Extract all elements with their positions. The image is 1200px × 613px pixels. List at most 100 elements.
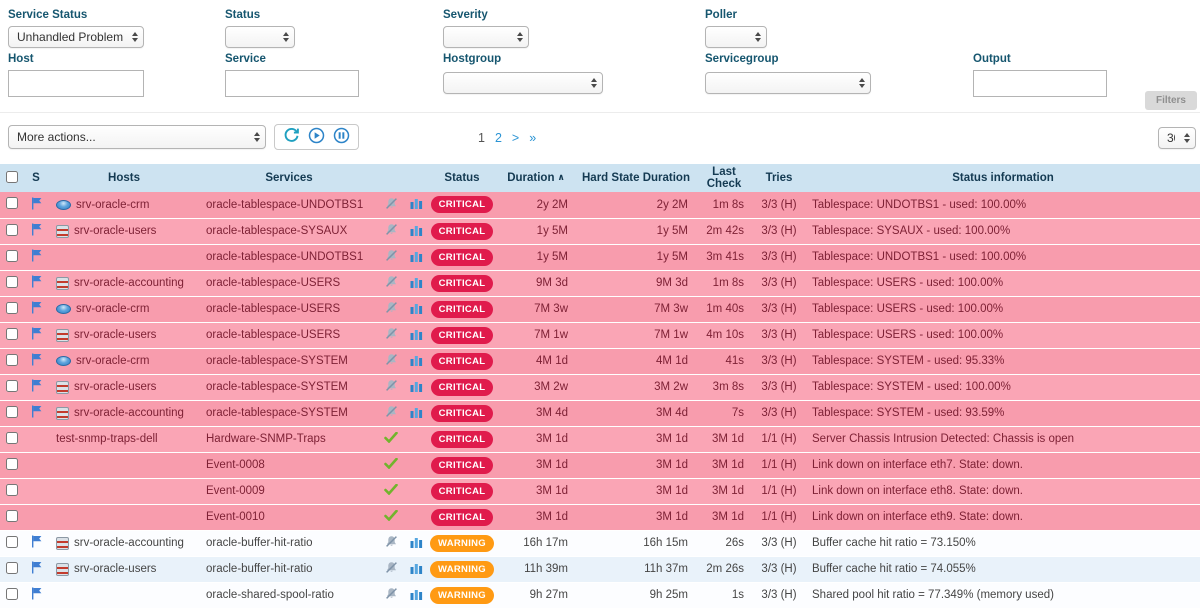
host-link[interactable]: srv-oracle-accounting [74,407,184,419]
pause-button[interactable] [333,127,350,147]
row-checkbox[interactable] [6,224,18,236]
column-header-status-information[interactable]: Status information [806,164,1200,192]
checkbox-cell [0,400,24,426]
host-input[interactable] [8,70,144,97]
checkmark-icon [384,434,398,446]
host-link[interactable]: srv-oracle-accounting [74,537,184,549]
table-row: Event-0010 CRITICAL 3M 1d 3M 1d 3M 1d 1/… [0,504,1200,530]
service-link[interactable]: oracle-buffer-hit-ratio [206,537,313,549]
row-checkbox[interactable] [6,406,18,418]
row-checkbox[interactable] [6,588,18,600]
service-link[interactable]: oracle-tablespace-USERS [206,329,340,341]
row-checkbox[interactable] [6,250,18,262]
page-2[interactable]: 2 [495,131,502,145]
column-header-tries[interactable]: Tries [752,164,806,192]
flag-cell [24,270,48,296]
table-row: test-snmp-traps-dell Hardware-SNMP-Traps… [0,426,1200,452]
row-checkbox[interactable] [6,432,18,444]
row-checkbox[interactable] [6,510,18,522]
host-link[interactable]: srv-oracle-users [74,329,156,341]
row-checkbox[interactable] [6,276,18,288]
hostgroup-select[interactable] [443,72,603,94]
host-link[interactable]: srv-oracle-users [74,225,156,237]
chart-icon[interactable] [410,565,423,577]
service-link[interactable]: oracle-tablespace-SYSTEM [206,381,348,393]
poller-select[interactable] [705,26,767,48]
status-information-cell: Buffer cache hit ratio = 74.055% [806,556,1200,582]
column-header-duration[interactable]: Duration∧ [496,164,576,192]
chart-icon[interactable] [410,539,423,551]
servicegroup-select[interactable] [705,72,871,94]
service-link[interactable]: oracle-tablespace-USERS [206,303,340,315]
service-link[interactable]: oracle-buffer-hit-ratio [206,563,313,575]
column-header-hosts[interactable]: Hosts [48,164,200,192]
chart-icon[interactable] [410,305,423,317]
column-header-services[interactable]: Services [200,164,378,192]
service-link[interactable]: Hardware-SNMP-Traps [206,433,326,445]
column-header-hard-state-duration[interactable]: Hard State Duration [576,164,696,192]
more-actions-select[interactable]: More actions... [8,125,266,149]
row-checkbox[interactable] [6,302,18,314]
host-link[interactable]: srv-oracle-users [74,563,156,575]
column-header-status[interactable]: Status [428,164,496,192]
service-link[interactable]: oracle-tablespace-SYSTEM [206,355,348,367]
table-row: srv-oracle-crm oracle-tablespace-USERS C… [0,296,1200,322]
row-checkbox[interactable] [6,562,18,574]
row-checkbox[interactable] [6,536,18,548]
service-link[interactable]: Event-0008 [206,459,265,471]
host-link[interactable]: test-snmp-traps-dell [56,433,158,445]
refresh-button[interactable] [283,127,300,147]
next-page-icon[interactable]: > [512,131,519,145]
chart-icon[interactable] [410,200,423,212]
server-red-host-icon [56,225,69,238]
chart-icon[interactable] [410,279,423,291]
output-input[interactable] [973,70,1107,97]
status-badge: CRITICAL [431,457,494,474]
select-all-checkbox[interactable] [6,171,18,183]
chart-icon[interactable] [410,409,423,421]
host-link[interactable]: srv-oracle-users [74,381,156,393]
checkbox-cell [0,296,24,322]
row-checkbox[interactable] [6,354,18,366]
host-link[interactable]: srv-oracle-crm [76,355,149,367]
service-link[interactable]: oracle-tablespace-USERS [206,277,340,289]
service-link[interactable]: oracle-tablespace-UNDOTBS1 [206,199,363,211]
host-link[interactable]: srv-oracle-crm [76,303,149,315]
duration-cell: 3M 4d [496,400,576,426]
host-link[interactable]: srv-oracle-accounting [74,277,184,289]
column-header-chart [404,164,428,192]
service-link[interactable]: oracle-tablespace-UNDOTBS1 [206,251,363,263]
service-link[interactable]: Event-0009 [206,485,265,497]
column-header-last-check[interactable]: Last Check [696,164,752,192]
host-link[interactable]: srv-oracle-crm [76,199,149,211]
service-link[interactable]: oracle-tablespace-SYSAUX [206,225,347,237]
row-checkbox[interactable] [6,328,18,340]
notifications-disabled-icon [385,539,398,551]
row-checkbox[interactable] [6,484,18,496]
chart-icon[interactable] [410,591,423,603]
last-page-icon[interactable]: » [529,131,536,145]
page-size-select[interactable]: 30 [1158,127,1196,149]
status-select[interactable] [225,26,295,48]
column-header-s[interactable]: S [24,164,48,192]
service-link[interactable]: Event-0010 [206,511,265,523]
service-link[interactable]: oracle-tablespace-SYSTEM [206,407,348,419]
service-status-select[interactable]: Unhandled Problems [8,26,144,48]
chart-icon[interactable] [410,383,423,395]
page-1[interactable]: 1 [478,131,485,145]
play-button[interactable] [308,127,325,147]
row-checkbox[interactable] [6,458,18,470]
filters-button[interactable]: Filters [1145,91,1197,110]
chart-icon[interactable] [410,331,423,343]
row-checkbox[interactable] [6,380,18,392]
server-red-host-icon [56,329,69,342]
service-link[interactable]: oracle-shared-spool-ratio [206,589,334,601]
chart-icon[interactable] [410,253,423,265]
flag-cell [24,452,48,478]
service-input[interactable] [225,70,359,97]
chart-icon[interactable] [410,227,423,239]
chart-icon[interactable] [410,357,423,369]
severity-select[interactable] [443,26,529,48]
row-checkbox[interactable] [6,197,18,209]
table-row: Event-0008 CRITICAL 3M 1d 3M 1d 3M 1d 1/… [0,452,1200,478]
